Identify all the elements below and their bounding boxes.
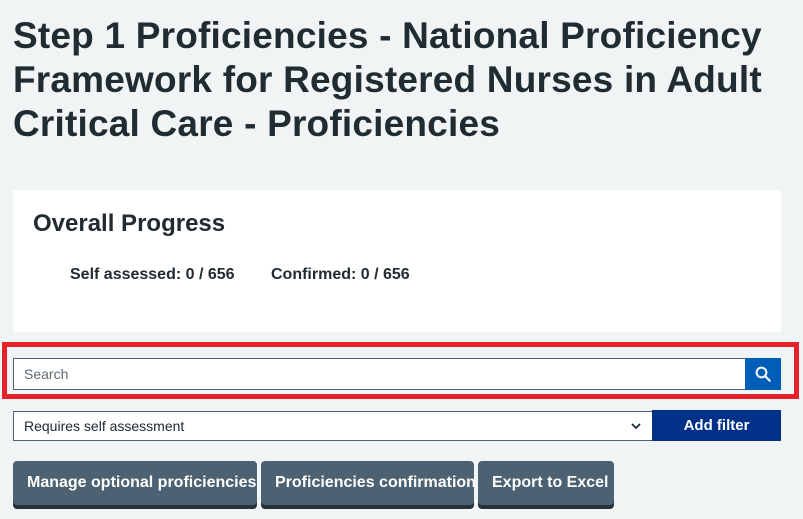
add-filter-button[interactable]: Add filter: [652, 410, 781, 441]
chevron-down-icon: [631, 423, 641, 430]
page: Step 1 Proficiencies - National Proficie…: [0, 0, 803, 519]
export-to-excel-button[interactable]: Export to Excel: [478, 461, 614, 505]
overall-progress-card: Overall Progress Self assessed: 0 / 656 …: [13, 190, 781, 332]
search-button[interactable]: [745, 358, 781, 390]
confirmed-count: Confirmed: 0 / 656: [271, 266, 410, 283]
filter-select[interactable]: Requires self assessment: [13, 411, 653, 441]
self-assessed-count: Self assessed: 0 / 656: [70, 266, 235, 283]
page-title: Step 1 Proficiencies - National Proficie…: [13, 15, 762, 144]
proficiencies-confirmation-button[interactable]: Proficiencies confirmation: [261, 461, 476, 505]
search-icon: [755, 366, 771, 382]
progress-heading: Overall Progress: [33, 210, 226, 237]
manage-optional-proficiencies-button[interactable]: Manage optional proficiencies: [13, 461, 257, 505]
filter-select-value: Requires self assessment: [24, 418, 185, 434]
search-input[interactable]: [13, 358, 745, 390]
